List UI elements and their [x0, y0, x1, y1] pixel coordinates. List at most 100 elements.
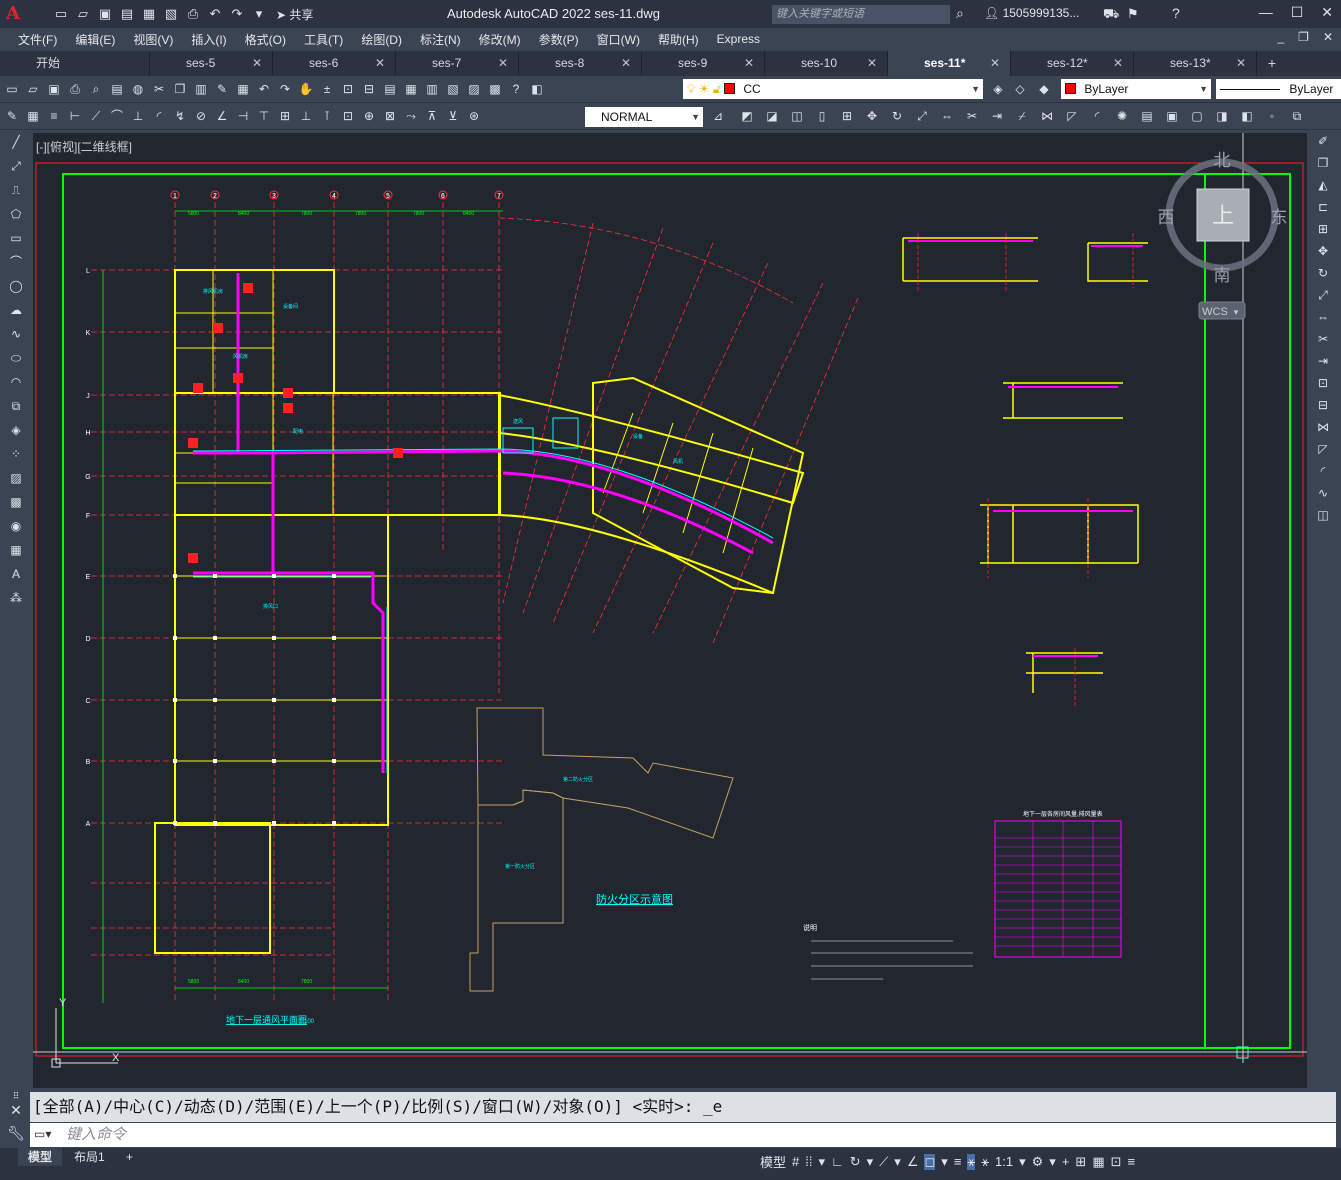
- save-as-icon[interactable]: ▤: [118, 6, 136, 22]
- redo-icon[interactable]: ↷: [276, 81, 294, 97]
- viewcube-west[interactable]: 西: [1158, 208, 1175, 227]
- jogged-icon[interactable]: ↯: [171, 108, 189, 124]
- menu-parametric[interactable]: 参数(P): [539, 31, 579, 48]
- trim-icon[interactable]: ✂: [963, 108, 981, 124]
- dimension-edit-icon[interactable]: ⊼: [423, 108, 441, 124]
- command-line-handle[interactable]: ⠿ ✕ 🔧︎: [4, 1092, 28, 1148]
- menu-file[interactable]: 文件(F): [18, 31, 57, 48]
- menu-insert[interactable]: 插入(I): [191, 31, 226, 48]
- menu-express[interactable]: Express: [717, 32, 760, 46]
- model-space-toggle[interactable]: 模型: [760, 1152, 786, 1171]
- hatch-icon[interactable]: ▨: [7, 470, 25, 488]
- chevron-down-icon[interactable]: ▾: [1049, 1154, 1056, 1170]
- break-at-point-icon[interactable]: ⊡: [1314, 375, 1332, 393]
- trim-icon[interactable]: ✂: [1314, 331, 1332, 349]
- move-icon[interactable]: ✥: [1314, 243, 1332, 261]
- annotation-scale[interactable]: 1:1: [995, 1154, 1013, 1169]
- menu-dimension[interactable]: 标注(N): [420, 31, 461, 48]
- extend-icon[interactable]: ⇥: [1314, 353, 1332, 371]
- array-icon[interactable]: ⊞: [838, 108, 856, 124]
- clean-screen-icon[interactable]: ⊡: [1111, 1154, 1122, 1170]
- extend-icon[interactable]: ⇥: [988, 108, 1006, 124]
- copy-icon[interactable]: ❐: [1314, 155, 1332, 173]
- break-icon[interactable]: ⌿: [1013, 108, 1031, 124]
- dimension-update-icon[interactable]: ⊛: [465, 108, 483, 124]
- erase-icon[interactable]: ◩: [738, 108, 756, 124]
- command-recent-icon[interactable]: ▭▾: [34, 1127, 58, 1143]
- make-current-layer-icon[interactable]: ◈: [989, 81, 1007, 97]
- tab-close-icon[interactable]: ✕: [1113, 51, 1123, 76]
- new-tab-button[interactable]: +: [1257, 51, 1287, 76]
- stretch-icon[interactable]: ⇔: [938, 108, 956, 124]
- cart-icon[interactable]: ⛟: [1103, 6, 1119, 24]
- ungroup-icon[interactable]: ▢: [1188, 108, 1206, 124]
- block-editor-icon[interactable]: ▦: [234, 81, 252, 97]
- polyline-icon[interactable]: ⎍: [7, 182, 25, 200]
- tab-layout1[interactable]: 布局1: [64, 1148, 115, 1166]
- plot-icon[interactable]: ⎙: [184, 6, 202, 22]
- ortho-icon[interactable]: ∟: [831, 1154, 844, 1169]
- zoom-realtime-icon[interactable]: ±: [318, 81, 336, 97]
- object-snap-tracking-icon[interactable]: ∠: [907, 1154, 919, 1170]
- customize-qat-icon[interactable]: ▾: [250, 6, 268, 22]
- quick-dimension-icon[interactable]: ⊣: [234, 108, 252, 124]
- line-icon[interactable]: ╱: [7, 134, 25, 152]
- tool-palettes-icon[interactable]: ▥: [423, 81, 441, 97]
- group-icon[interactable]: ▣: [1163, 108, 1181, 124]
- mirror-icon[interactable]: ◫: [788, 108, 806, 124]
- menu-modify[interactable]: 修改(M): [479, 31, 521, 48]
- polygon-icon[interactable]: ⬠: [7, 206, 25, 224]
- tab-close-icon[interactable]: ✕: [375, 51, 385, 76]
- tab-close-icon[interactable]: ✕: [252, 51, 262, 76]
- viewcube-south[interactable]: 南: [1214, 266, 1231, 285]
- chamfer-icon[interactable]: ◸: [1314, 441, 1332, 459]
- layer-manager-icon[interactable]: ◧: [528, 81, 546, 97]
- undo-icon[interactable]: ↶: [255, 81, 273, 97]
- layer-states-icon[interactable]: ◆: [1035, 81, 1053, 97]
- stretch-icon[interactable]: ⇔: [1314, 309, 1332, 327]
- fillet-icon[interactable]: ◜: [1314, 463, 1332, 481]
- tab-ses-13[interactable]: ses-13* ✕: [1134, 51, 1257, 76]
- chevron-down-icon[interactable]: ▾: [941, 1154, 948, 1170]
- workspace-gear-icon[interactable]: ⚙: [1032, 1154, 1044, 1170]
- minimize-button[interactable]: —: [1259, 4, 1273, 21]
- dimension-text-edit-icon[interactable]: ⊻: [444, 108, 462, 124]
- close-icon[interactable]: ✕: [4, 1102, 28, 1119]
- insert-block-icon[interactable]: ⧉: [7, 398, 25, 416]
- tab-ses-9[interactable]: ses-9 ✕: [642, 51, 765, 76]
- dimension-break-icon[interactable]: ⊺: [318, 108, 336, 124]
- tab-ses-12[interactable]: ses-12* ✕: [1011, 51, 1134, 76]
- array-icon[interactable]: ⊞: [1314, 221, 1332, 239]
- make-block-icon[interactable]: ◈: [7, 422, 25, 440]
- gradient-icon[interactable]: ▩: [7, 494, 25, 512]
- point-icon[interactable]: ⁘: [7, 446, 25, 464]
- chevron-down-icon[interactable]: ▾: [894, 1154, 901, 1170]
- add-layout-button[interactable]: +: [116, 1148, 143, 1166]
- tab-ses-5[interactable]: ses-5 ✕: [150, 51, 273, 76]
- menu-edit[interactable]: 编辑(E): [75, 31, 115, 48]
- tab-ses-10[interactable]: ses-10 ✕: [765, 51, 888, 76]
- zoom-previous-icon[interactable]: ⊟: [360, 81, 378, 97]
- tab-ses-11[interactable]: ses-11* ✕: [888, 51, 1011, 76]
- chevron-down-icon[interactable]: ▾: [1019, 1154, 1026, 1170]
- fillet-icon[interactable]: ◜: [1088, 108, 1106, 124]
- sheet-set-icon[interactable]: ▧: [444, 81, 462, 97]
- tab-model[interactable]: 模型: [18, 1148, 63, 1166]
- table-icon[interactable]: ▦: [7, 542, 25, 560]
- baseline-icon[interactable]: ⊤: [255, 108, 273, 124]
- tab-close-icon[interactable]: ✕: [744, 51, 754, 76]
- plot-preview-icon[interactable]: ⌕: [87, 81, 105, 97]
- center-mark-icon[interactable]: ⊕: [360, 108, 378, 124]
- share-button[interactable]: ➤ 共享: [276, 6, 313, 23]
- inspect-icon[interactable]: ⊠: [381, 108, 399, 124]
- stack-icon[interactable]: ≡: [45, 108, 63, 124]
- tab-ses-8[interactable]: ses-8 ✕: [519, 51, 642, 76]
- construction-line-icon[interactable]: ⤢: [7, 158, 25, 176]
- explode-icon[interactable]: ✺: [1113, 108, 1131, 124]
- match-properties-icon[interactable]: ✎: [213, 81, 231, 97]
- hardware-acceleration-icon[interactable]: ▦: [1092, 1154, 1104, 1170]
- close-button[interactable]: ✕: [1321, 4, 1333, 21]
- drawing-close-button[interactable]: ✕: [1323, 30, 1333, 44]
- chevron-down-icon[interactable]: ▾: [818, 1154, 825, 1170]
- save-icon[interactable]: ▣: [45, 81, 63, 97]
